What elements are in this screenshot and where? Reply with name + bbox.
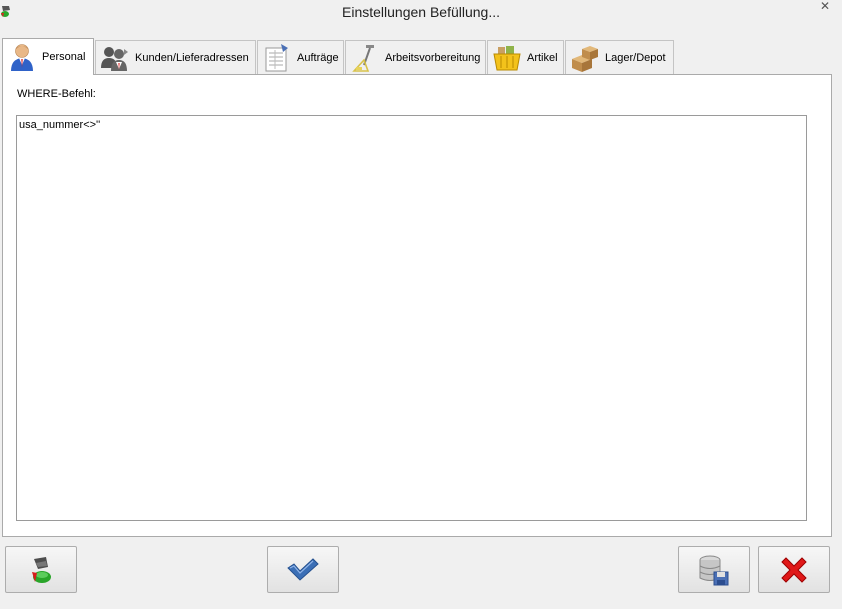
tab-strip: Personal Kunden/Lieferadressen Aufträge	[0, 38, 842, 75]
window-close-button[interactable]: ✕	[812, 0, 838, 14]
tab-kunden-label: Kunden/Lieferadressen	[135, 51, 249, 64]
tab-arbeitsvorbereitung[interactable]: Arbeitsvorbereitung	[345, 40, 486, 74]
confirm-button[interactable]	[267, 546, 339, 593]
tab-auftraege[interactable]: Aufträge	[257, 40, 344, 74]
cancel-button[interactable]	[758, 546, 830, 593]
tab-personal-label: Personal	[42, 51, 86, 63]
boxes-icon	[572, 45, 598, 72]
checkmark-icon	[287, 557, 319, 581]
tab-arbeitsvorbereitung-label: Arbeitsvorbereitung	[385, 51, 481, 64]
tab-kunden-lieferadressen[interactable]: Kunden/Lieferadressen	[95, 40, 256, 74]
work-preparation-icon	[352, 44, 374, 72]
tab-panel-personal: WHERE-Befehl: usa_nummer<>''	[2, 74, 832, 537]
person-icon	[11, 44, 33, 71]
where-clause-input[interactable]: usa_nummer<>''	[16, 115, 807, 521]
orders-icon	[265, 43, 288, 71]
where-label: WHERE-Befehl:	[17, 88, 96, 100]
tab-lager-depot[interactable]: Lager/Depot	[565, 40, 674, 74]
save-button[interactable]	[678, 546, 750, 593]
fill-button[interactable]	[5, 546, 77, 593]
tab-artikel-label: Artikel	[527, 51, 558, 64]
customers-icon	[101, 46, 128, 71]
database-save-icon	[699, 555, 729, 585]
paint-bucket-icon	[32, 556, 51, 583]
red-x-icon	[781, 556, 807, 583]
window-title: Einstellungen Befüllung...	[342, 4, 500, 20]
title-bar: Einstellungen Befüllung... ✕	[0, 0, 842, 25]
tab-artikel[interactable]: Artikel	[487, 40, 564, 74]
basket-icon	[493, 45, 521, 70]
tab-personal[interactable]: Personal	[2, 38, 94, 75]
tab-auftraege-label: Aufträge	[297, 51, 339, 64]
tab-lager-depot-label: Lager/Depot	[605, 51, 666, 64]
